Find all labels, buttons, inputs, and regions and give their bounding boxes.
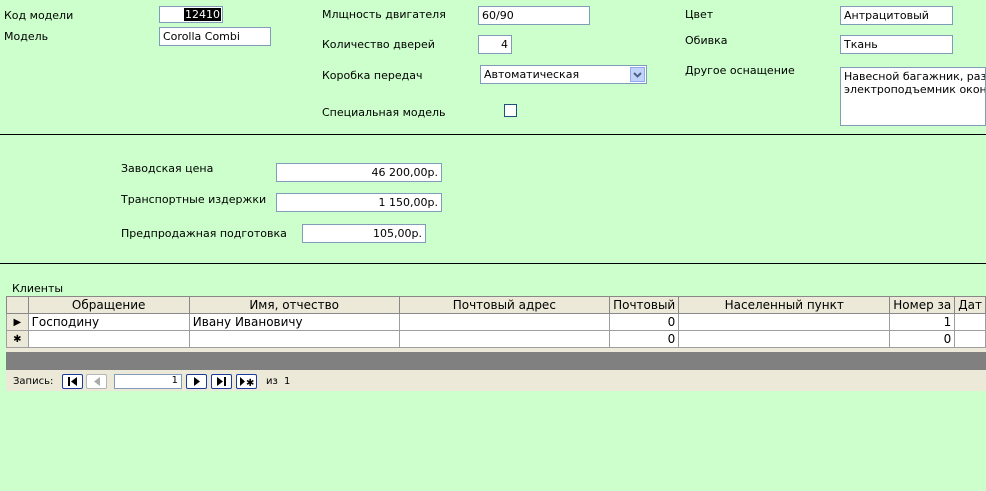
clients-datasheet[interactable]: Обращение Имя, отчество Почтовый адрес П…: [6, 296, 986, 391]
table-cell[interactable]: 0: [889, 330, 956, 348]
column-header[interactable]: Имя, отчество: [188, 296, 400, 314]
new-record-icon: ✱: [240, 377, 254, 386]
table-cell[interactable]: [398, 313, 611, 331]
record-label: Запись:: [13, 376, 54, 387]
first-record-icon: [68, 377, 77, 386]
table-cell[interactable]: [954, 313, 986, 331]
model-label: Модель: [4, 30, 49, 43]
model-code-label: Код модели: [4, 9, 74, 22]
table-cell[interactable]: [188, 330, 400, 348]
factory-price-label: Заводская цена: [121, 162, 214, 175]
gearbox-label: Коробка передач: [322, 69, 423, 82]
column-header[interactable]: Номер за: [889, 296, 956, 314]
transport-cost-label: Транспортные издержки: [121, 193, 267, 206]
first-record-button[interactable]: [62, 374, 83, 389]
table-header-row: Обращение Имя, отчество Почтовый адрес П…: [6, 296, 986, 314]
table-cell[interactable]: Ивану Ивановичу: [188, 313, 400, 331]
table-cell[interactable]: [398, 330, 611, 348]
color-field[interactable]: Антрацитовый: [840, 6, 953, 25]
presale-label: Предпродажная подготовка: [121, 227, 287, 240]
table-row-new: ✱ 0 0: [6, 330, 986, 348]
gearbox-value: Автоматическая: [484, 68, 580, 81]
presale-field[interactable]: 105,00р.: [302, 224, 426, 243]
model-code-field[interactable]: 12410: [159, 6, 223, 23]
gearbox-combo[interactable]: Автоматическая: [480, 65, 647, 84]
clients-table: Обращение Имя, отчество Почтовый адрес П…: [6, 296, 986, 348]
record-selector[interactable]: ✱: [6, 330, 29, 348]
last-record-button[interactable]: [211, 374, 232, 389]
model-field[interactable]: Corolla Combi: [159, 27, 271, 46]
transport-cost-field[interactable]: 1 150,00р.: [276, 193, 442, 212]
memo-line-2: электроподъемник окон: [844, 83, 986, 96]
record-total: 1: [284, 376, 291, 387]
table-cell[interactable]: [27, 330, 190, 348]
last-record-icon: [217, 377, 226, 386]
clients-label: Клиенты: [12, 282, 64, 295]
table-cell[interactable]: [678, 313, 891, 331]
column-header[interactable]: Дат: [954, 296, 986, 314]
upholstery-label: Обивка: [685, 34, 728, 47]
new-record-button[interactable]: ✱: [236, 374, 257, 389]
table-cell[interactable]: [954, 330, 986, 348]
column-header[interactable]: Почтовый адрес: [398, 296, 611, 314]
color-label: Цвет: [685, 8, 714, 21]
datasheet-empty-area: [6, 352, 986, 370]
column-header[interactable]: Почтовый: [609, 296, 680, 314]
svg-text:✱: ✱: [246, 378, 254, 386]
table-row: ▶ Господину Ивану Ивановичу 0 1: [6, 313, 986, 331]
previous-record-button[interactable]: [86, 374, 107, 389]
record-navigation-bar: Запись: 1 ✱ из 1: [6, 371, 986, 391]
table-cell[interactable]: 0: [609, 330, 680, 348]
table-cell[interactable]: Господину: [27, 313, 190, 331]
column-header[interactable]: Населенный пункт: [678, 296, 891, 314]
column-header-selector[interactable]: [6, 296, 29, 314]
special-model-checkbox[interactable]: [504, 104, 517, 117]
other-equipment-label: Другое оснащение: [685, 64, 795, 77]
memo-line-1: Навесной багажник, разде: [844, 70, 986, 83]
next-record-button[interactable]: [186, 374, 207, 389]
factory-price-field[interactable]: 46 200,00р.: [276, 163, 442, 182]
table-cell[interactable]: 1: [889, 313, 956, 331]
section-divider-bottom: [0, 263, 986, 264]
record-number-input[interactable]: 1: [114, 374, 182, 389]
previous-record-icon: [93, 377, 100, 386]
doors-field[interactable]: 4: [478, 35, 512, 54]
doors-label: Количество дверей: [322, 38, 435, 51]
upholstery-field[interactable]: Ткань: [840, 35, 953, 54]
chevron-down-icon[interactable]: [630, 67, 645, 82]
other-equipment-memo[interactable]: Навесной багажник, разде электроподъемни…: [840, 67, 986, 126]
next-record-icon: [193, 377, 200, 386]
of-label: из: [266, 376, 278, 387]
section-divider-top: [0, 134, 986, 135]
table-cell[interactable]: 0: [609, 313, 680, 331]
model-code-value: 12410: [184, 8, 221, 21]
column-header[interactable]: Обращение: [27, 296, 190, 314]
engine-power-field[interactable]: 60/90: [478, 6, 590, 25]
engine-power-label: Млщность двигателя: [322, 8, 446, 21]
special-model-label: Специальная модель: [322, 106, 446, 119]
record-selector[interactable]: ▶: [6, 313, 29, 331]
table-cell[interactable]: [678, 330, 891, 348]
